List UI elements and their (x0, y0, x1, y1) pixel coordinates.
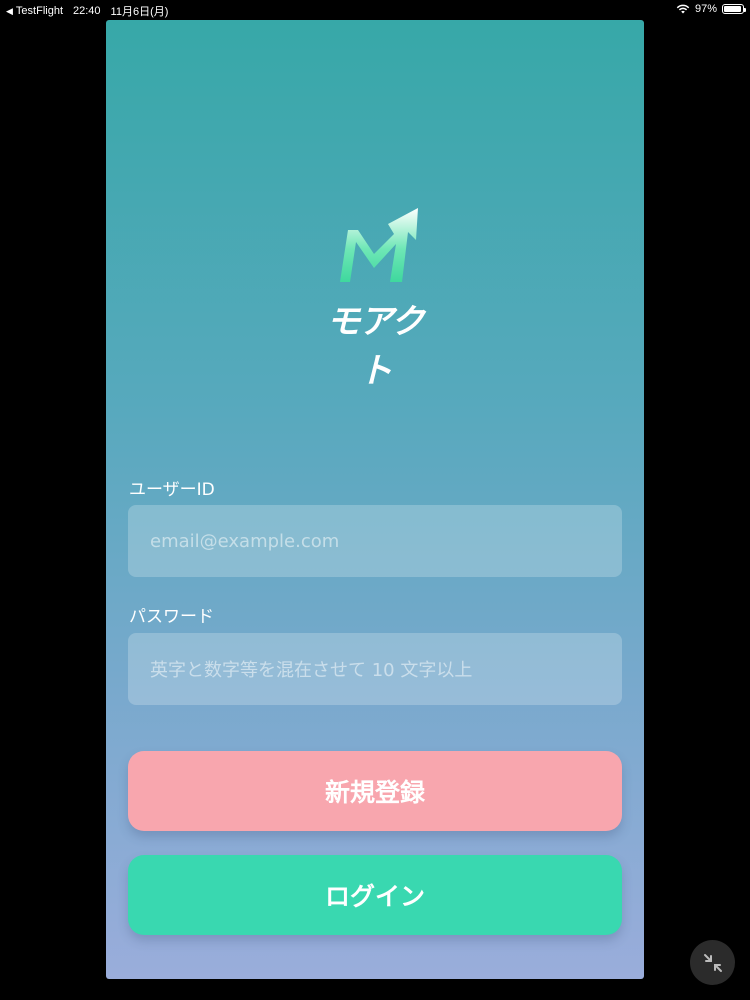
register-button[interactable]: 新規登録 (128, 751, 622, 831)
login-button[interactable]: ログイン (128, 855, 622, 935)
logo-mark-icon (340, 208, 418, 282)
battery-fill (724, 6, 742, 12)
back-arrow-icon: ◀ (6, 5, 13, 16)
app-screen: モアクト ユーザーID email@example.com パスワード 英字と数… (106, 20, 644, 979)
status-date: 11月6日(月) (110, 6, 169, 18)
status-bar: ◀ TestFlight 22:40 11月6日(月) 97% (0, 0, 750, 20)
minimize-window-button[interactable] (690, 940, 735, 985)
status-time: 22:40 (73, 5, 101, 17)
battery-percent: 97% (694, 3, 717, 15)
password-input[interactable]: 英字と数字等を混在させて 10 文字以上 (128, 633, 622, 705)
back-app-label: TestFlight (15, 5, 63, 17)
status-left: ◀ TestFlight 22:40 11月6日(月) (6, 3, 168, 19)
wifi-icon (676, 4, 690, 14)
battery-icon (722, 4, 746, 14)
user-id-input[interactable]: email@example.com (128, 505, 622, 577)
logo-text: モアクト (326, 302, 424, 391)
password-label: パスワード (129, 607, 214, 627)
status-right: 97% (676, 3, 746, 15)
back-to-app-link[interactable]: ◀ TestFlight (6, 5, 63, 17)
minimize-arrows-icon (703, 953, 722, 972)
app-logo: モアクト (320, 206, 430, 391)
user-id-label: ユーザーID (129, 480, 215, 500)
